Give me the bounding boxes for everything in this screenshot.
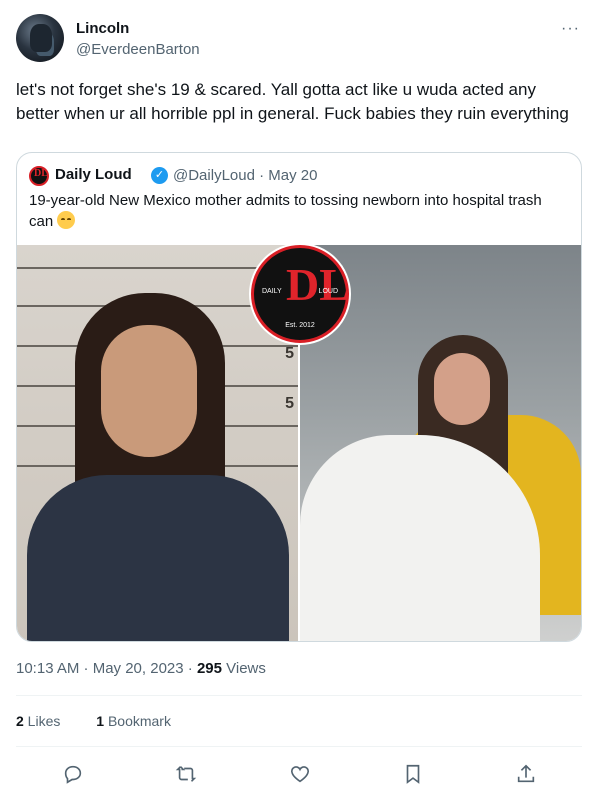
mugshot-shirt [27, 475, 289, 641]
likes-count: 2 [16, 713, 24, 729]
logo-letters: DL [286, 259, 350, 310]
meta-separator: · [183, 660, 197, 677]
quote-author-name[interactable]: Daily Loud [55, 166, 132, 183]
heart-icon [290, 766, 310, 783]
views-count: 295 [196, 660, 222, 677]
likes-stat[interactable]: 2 Likes [16, 713, 76, 729]
hospital-face [434, 353, 490, 425]
bookmarks-count: 1 [96, 713, 105, 729]
author-name[interactable]: Lincoln [76, 20, 129, 37]
tweet-header: Lincoln @EverdeenBarton ··· [16, 14, 582, 62]
verified-badge-icon: ✓ [151, 167, 168, 184]
divider [16, 695, 582, 696]
retweet-icon [175, 766, 197, 782]
relieved-face-emoji-icon [57, 211, 76, 229]
mugshot-face [101, 325, 197, 457]
logo-right-text: LOUD [318, 288, 338, 295]
reply-icon [64, 765, 82, 784]
likes-label: Likes [23, 713, 61, 729]
height-mark: 5 [285, 395, 294, 412]
quote-text: 19-year-old New Mexico mother admits to … [29, 191, 569, 232]
reply-button[interactable] [59, 760, 87, 788]
logo-est-text: Est. 2012 [285, 322, 315, 329]
quote-text-body: 19-year-old New Mexico mother admits to … [29, 192, 542, 230]
action-bar [16, 760, 582, 788]
retweet-button[interactable] [172, 760, 200, 788]
bookmark-button[interactable] [399, 760, 427, 788]
tweet-meta: 10:13 AM · May 20, 2023 · 295 Views [16, 660, 266, 677]
bookmarks-label: Bookmark [104, 713, 171, 729]
like-button[interactable] [286, 760, 314, 788]
author-avatar[interactable] [16, 14, 64, 62]
bookmarks-stat[interactable]: 1 Bookmark [96, 713, 187, 729]
tweet-stats: 2 Likes 1 Bookmark [16, 713, 203, 729]
tweet-text: let's not forget she's 19 & scared. Yall… [16, 80, 569, 123]
bookmark-icon [406, 764, 420, 784]
share-button[interactable] [512, 760, 540, 788]
share-icon [517, 764, 535, 783]
tweet-timestamp[interactable]: 10:13 AM · May 20, 2023 [16, 660, 184, 677]
divider [16, 746, 582, 747]
quoted-tweet[interactable]: DL Daily Loud ✓ @DailyLoud · May 20 19-y… [16, 152, 582, 642]
quote-author-handle[interactable]: @DailyLoud · May 20 [173, 167, 317, 184]
daily-loud-logo: DL DAILY LOUD Est. 2012 [251, 245, 350, 343]
quote-avatar-letters: DL [34, 168, 48, 179]
author-handle[interactable]: @EverdeenBarton [76, 41, 200, 58]
views-label: Views [221, 660, 266, 677]
more-options-icon[interactable]: ··· [561, 20, 580, 38]
logo-left-text: DAILY [262, 288, 282, 295]
height-mark: 5 [285, 345, 294, 362]
quote-media[interactable]: 5 5 DL DAILY LOUD Est. 2012 [17, 245, 581, 641]
quote-author-avatar[interactable]: DL [29, 166, 49, 186]
